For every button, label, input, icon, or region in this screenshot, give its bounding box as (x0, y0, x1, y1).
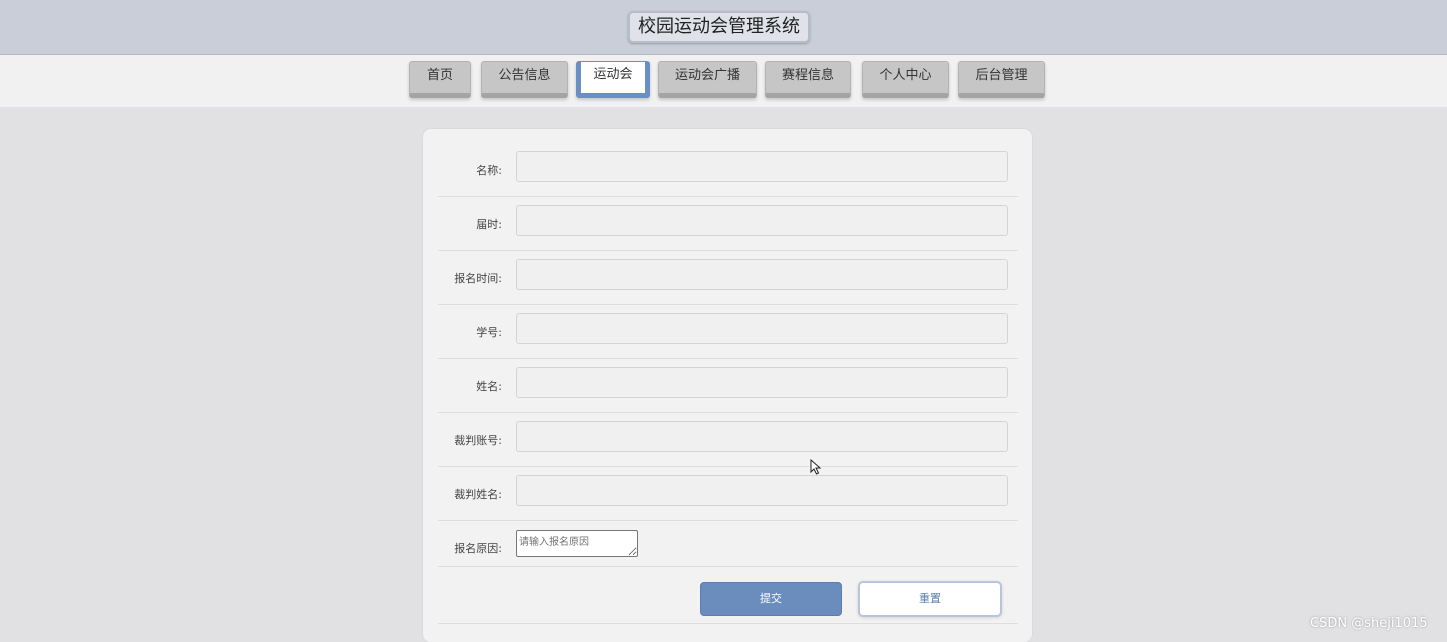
main-navigation: 首页 公告信息 运动会 运动会广播 赛程信息 个人中心 后台管理 (0, 55, 1447, 107)
tab-home[interactable]: 首页 (409, 61, 471, 98)
name-input[interactable] (516, 151, 1008, 182)
referee-name-input[interactable] (516, 475, 1008, 506)
registration-time-label: 报名时间: (454, 271, 502, 285)
form-row-student-id: 学号: (438, 305, 1018, 359)
form-row-referee-account: 裁判账号: (438, 413, 1018, 467)
tab-announcements[interactable]: 公告信息 (481, 61, 568, 98)
top-header: 校园运动会管理系统 (0, 0, 1447, 55)
submit-button[interactable]: 提交 (700, 582, 842, 616)
tab-sports-meet[interactable]: 运动会 (576, 61, 650, 98)
site-title: 校园运动会管理系统 (628, 11, 810, 43)
student-name-label: 姓名: (476, 379, 502, 393)
form-row-student-name: 姓名: (438, 359, 1018, 413)
tab-schedule[interactable]: 赛程信息 (765, 61, 851, 98)
student-name-input[interactable] (516, 367, 1008, 398)
student-id-label: 学号: (476, 325, 502, 339)
form-row-reason: 报名原因: (438, 521, 1018, 567)
tab-admin[interactable]: 后台管理 (958, 61, 1045, 98)
referee-name-label: 裁判姓名: (454, 487, 502, 501)
student-id-input[interactable] (516, 313, 1008, 344)
form-row-referee-name: 裁判姓名: (438, 467, 1018, 521)
referee-account-label: 裁判账号: (454, 433, 502, 447)
registration-time-input[interactable] (516, 259, 1008, 290)
form-row-session: 届时: (438, 197, 1018, 251)
reason-textarea[interactable] (516, 530, 638, 557)
name-label: 名称: (476, 163, 502, 177)
session-input[interactable] (516, 205, 1008, 236)
session-label: 届时: (476, 217, 502, 231)
reason-label: 报名原因: (454, 542, 502, 555)
tab-sports-broadcast[interactable]: 运动会广播 (658, 61, 757, 98)
form-row-name: 名称: (438, 143, 1018, 197)
form-row-registration-time: 报名时间: (438, 251, 1018, 305)
watermark: CSDN @sheji1015 (1310, 616, 1428, 631)
mouse-cursor-icon (810, 459, 822, 475)
reset-button[interactable]: 重置 (858, 581, 1002, 617)
referee-account-input[interactable] (516, 421, 1008, 452)
tab-personal-center[interactable]: 个人中心 (862, 61, 949, 98)
registration-form: 名称: 届时: 报名时间: 学号: 姓名: 裁判账号: 裁判姓名: 报名原因: (423, 129, 1032, 642)
